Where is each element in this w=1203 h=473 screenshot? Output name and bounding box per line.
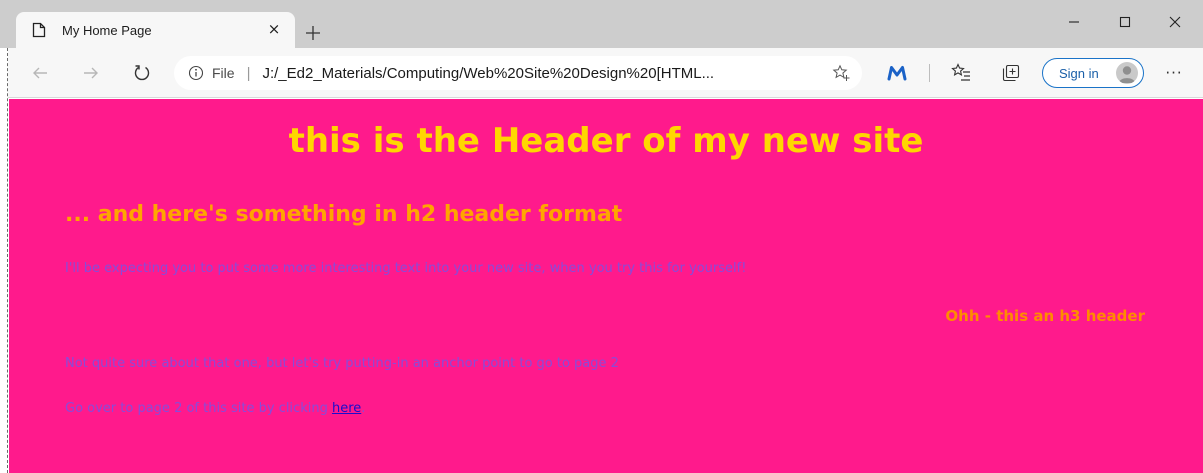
- page-paragraph-intro: I'll be expecting you to put some more i…: [65, 261, 747, 276]
- collections-icon[interactable]: [1000, 62, 1022, 84]
- minimize-icon[interactable]: [1062, 10, 1086, 34]
- window-left-edge: [0, 48, 8, 473]
- toolbar-divider: [929, 64, 930, 82]
- tab-my-home-page[interactable]: My Home Page ×: [16, 12, 295, 48]
- page-icon: [32, 22, 46, 38]
- link-prefix-text: Go over to page 2 of this site by clicki…: [65, 401, 332, 416]
- address-separator: |: [246, 64, 251, 82]
- maximize-icon[interactable]: [1113, 10, 1137, 34]
- sign-in-label: Sign in: [1059, 65, 1099, 81]
- sign-in-button[interactable]: Sign in: [1042, 58, 1144, 88]
- refresh-icon[interactable]: [130, 61, 154, 85]
- close-icon[interactable]: [1163, 10, 1187, 34]
- page-h1-header: this is the Header of my new site: [288, 121, 924, 161]
- favorites-icon[interactable]: [950, 62, 972, 84]
- extension-m-icon[interactable]: [886, 62, 908, 84]
- add-favorite-star-icon[interactable]: [832, 64, 850, 82]
- tab-close-icon[interactable]: ×: [265, 20, 283, 38]
- avatar: [1116, 62, 1138, 84]
- page-paragraph-anchor: Not quite sure about that one, but let's…: [65, 356, 619, 371]
- page-h2-header: ... and here's something in h2 header fo…: [65, 202, 623, 227]
- plus-icon[interactable]: [302, 22, 324, 44]
- back-arrow-icon[interactable]: [28, 61, 52, 85]
- more-options-icon[interactable]: ···: [1162, 62, 1186, 84]
- address-bar[interactable]: File | J:/_Ed2_Materials/Computing/Web%2…: [174, 56, 862, 90]
- info-icon[interactable]: [188, 65, 204, 81]
- forward-arrow-icon[interactable]: [79, 61, 103, 85]
- page-content: this is the Header of my new site ... an…: [9, 99, 1203, 473]
- address-url[interactable]: J:/_Ed2_Materials/Computing/Web%20Site%2…: [262, 65, 822, 82]
- link-suffix-text: .: [361, 401, 366, 416]
- page-h3-header: Ohh - this an h3 header: [945, 307, 1145, 325]
- tab-title: My Home Page: [62, 22, 152, 38]
- page-paragraph-link: Go over to page 2 of this site by clicki…: [65, 401, 365, 416]
- browser-toolbar: File | J:/_Ed2_Materials/Computing/Web%2…: [0, 48, 1203, 98]
- here-link[interactable]: here: [332, 401, 361, 416]
- title-bar: My Home Page ×: [0, 0, 1203, 48]
- address-scheme-label: File: [212, 65, 235, 81]
